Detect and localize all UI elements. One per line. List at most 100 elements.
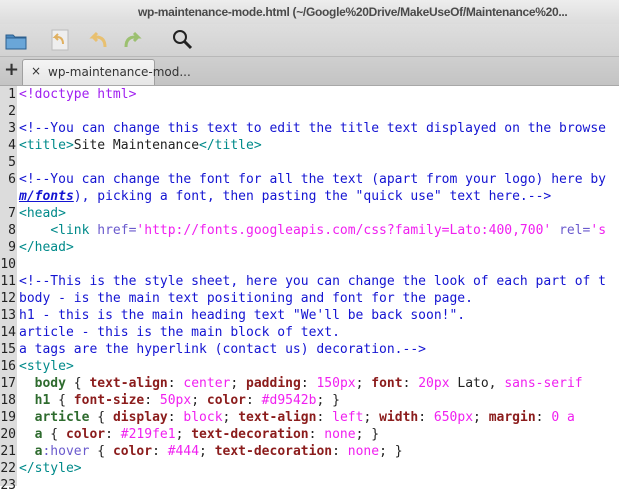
token-val: 650px — [433, 410, 474, 425]
token-attr: href= — [97, 223, 137, 238]
line-number: 22 — [0, 461, 16, 476]
token-prop: padding — [246, 376, 301, 391]
code-text: <!doctype html> — [19, 86, 136, 103]
token-prop: text-decoration — [214, 444, 333, 459]
code-text: m/fonts), picking a font, then pasting t… — [19, 188, 551, 205]
token-text: Site Maintenance — [73, 138, 200, 153]
line-number: 9 — [8, 240, 16, 255]
tab-wp-maintenance-mode[interactable]: × wp-maintenance-mod... — [22, 59, 191, 85]
line-number: 13 — [0, 308, 16, 323]
line-number: 8 — [8, 223, 16, 238]
token-punct: ; } — [355, 427, 380, 442]
revert-icon[interactable] — [47, 27, 73, 53]
token-prop: text-align — [89, 376, 168, 391]
redo-icon[interactable] — [120, 27, 146, 53]
code-text: h1 { font-size: 50px; color: #d9542b; } — [19, 392, 340, 409]
token-val: #219fe1 — [120, 427, 176, 442]
tab-label: wp-maintenance-mod... — [48, 65, 191, 79]
token-tag: </style> — [19, 461, 82, 476]
close-tab-icon[interactable]: × — [31, 64, 41, 78]
tab-bar: + × wp-maintenance-mod... — [0, 57, 619, 86]
token-val: left — [332, 410, 364, 425]
token-doctype: <!doctype html> — [19, 87, 137, 102]
token-comment: ), picking a font, then pasting the "qui… — [73, 189, 552, 204]
code-text: </head> — [19, 239, 74, 256]
search-icon[interactable] — [170, 27, 196, 53]
token-comment: body - is the main text positioning and … — [19, 291, 473, 306]
code-text: body { text-align: center; padding: 150p… — [19, 375, 583, 392]
token-sel: body — [34, 376, 66, 391]
token-sel: h1 — [34, 393, 51, 408]
line-number: 15 — [0, 342, 16, 357]
token-prop: color — [65, 427, 106, 442]
token-punct: : — [332, 444, 348, 459]
token-prop: color — [112, 444, 153, 459]
token-text: Lato, — [449, 376, 505, 391]
token-prop: display — [112, 410, 168, 425]
line-number: 10 — [0, 257, 16, 272]
line-number: 11 — [0, 274, 16, 289]
token-string: 's — [590, 223, 607, 238]
window-title: wp-maintenance-mode.html (~/Google%20Dri… — [138, 5, 568, 19]
token-prop: text-decoration — [191, 427, 309, 442]
token-prop: color — [206, 393, 247, 408]
token-comment: h1 - this is the main heading text "We'l… — [19, 308, 466, 323]
token-punct: : — [105, 427, 121, 442]
token-punct: : — [144, 393, 160, 408]
token-punct: : — [152, 444, 168, 459]
line-number: 5 — [8, 155, 16, 170]
code-text: <head> — [19, 205, 66, 222]
token-val: #444 — [167, 444, 200, 459]
token-punct: : — [167, 376, 184, 391]
line-number: 16 — [0, 359, 16, 374]
token-val: none — [324, 427, 356, 442]
token-val: #d9542b — [261, 393, 317, 408]
token-punct: ; — [363, 410, 380, 425]
new-tab-button[interactable]: + — [4, 59, 19, 80]
token-tag: </head> — [19, 240, 74, 255]
code-text: <link href='http://fonts.googleapis.com/… — [19, 222, 606, 239]
line-number: 21 — [0, 444, 16, 459]
token-val: none — [347, 444, 380, 459]
line-number: 7 — [8, 206, 16, 221]
token-punct: ; — [175, 427, 192, 442]
toolbar — [0, 24, 619, 57]
code-text: <!--You can change the font for all the … — [19, 171, 614, 188]
token-punct: { — [42, 427, 66, 442]
line-number: 1 — [8, 87, 16, 102]
code-editor[interactable]: 1 <!doctype html> 2 3 <!--You can change thi… — [0, 86, 619, 493]
token-attr: rel= — [559, 223, 591, 238]
folder-icon[interactable] — [3, 27, 29, 53]
token-punct: : — [308, 427, 325, 442]
line-number: 4 — [8, 138, 16, 153]
token-punct: ; — [355, 376, 372, 391]
token-punct: ; } — [316, 393, 340, 408]
line-number: 12 — [0, 291, 16, 306]
code-text: a { color: #219fe1; text-decoration: non… — [19, 426, 379, 443]
token-prop: text-align — [238, 410, 317, 425]
code-text: <title>Site Maintenance</title> — [19, 137, 262, 154]
token-punct: ; — [473, 410, 489, 425]
line-number: 2 — [8, 104, 16, 119]
token-prop: font — [371, 376, 403, 391]
token-punct: : — [316, 410, 333, 425]
line-number: 17 — [0, 376, 16, 391]
token-tag: <link — [50, 223, 98, 238]
token-val: 20px — [418, 376, 450, 391]
line-number: 19 — [0, 410, 16, 425]
code-text: <style> — [19, 358, 74, 375]
code-text: <!--You can change this text to edit the… — [19, 120, 606, 137]
token-link: m/fonts — [19, 189, 74, 204]
token-prop: font-size — [73, 393, 145, 408]
undo-icon[interactable] — [85, 27, 111, 53]
code-text: body - is the main text positioning and … — [19, 290, 473, 307]
token-comment: article - this is the main block of text… — [19, 325, 340, 340]
token-prop: width — [379, 410, 419, 425]
token-punct: : — [246, 393, 262, 408]
code-text: article { display: block; text-align: le… — [19, 409, 575, 426]
